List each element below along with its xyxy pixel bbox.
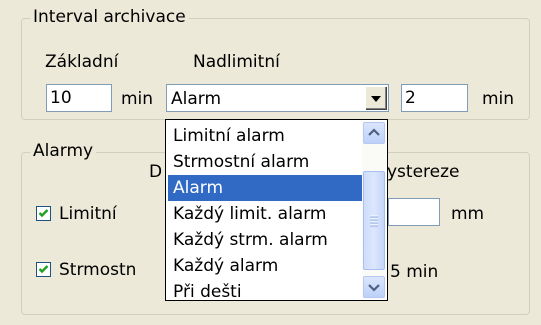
scroll-thumb[interactable] bbox=[363, 171, 385, 270]
hysteresis-unit-label: mm bbox=[451, 204, 485, 224]
chevron-up-icon bbox=[368, 128, 380, 136]
steep-alarm-label[interactable]: Strmostn bbox=[59, 260, 163, 280]
overlimit-label: Nadlimitní bbox=[193, 52, 280, 72]
archive-interval-title: Interval archivace bbox=[30, 7, 189, 27]
basic-unit-label: min bbox=[121, 89, 154, 109]
settings-dialog: { "archive_group": { "title": "Interval … bbox=[0, 0, 541, 325]
dropdown-option-selected[interactable]: Alarm bbox=[168, 175, 362, 201]
scroll-down-button[interactable] bbox=[363, 276, 385, 298]
combobox-value: Alarm bbox=[171, 89, 222, 109]
dropdown-option[interactable]: Strmostní alarm bbox=[168, 149, 362, 175]
dropdown-option[interactable]: Každý strm. alarm bbox=[168, 227, 362, 253]
steep-time-partial: 5 min bbox=[390, 262, 439, 282]
overlimit-mode-combobox[interactable]: Alarm bbox=[166, 84, 389, 112]
overlimit-mode-dropdown-list: Limitní alarm Strmostní alarm Alarm Každ… bbox=[165, 119, 388, 302]
alarms-column-header-partial: D bbox=[149, 162, 163, 182]
checkmark-icon bbox=[38, 265, 49, 274]
chevron-down-icon bbox=[368, 284, 380, 292]
steep-alarm-checkbox[interactable] bbox=[36, 262, 51, 277]
limit-alarm-label[interactable]: Limitní bbox=[59, 204, 117, 224]
overlimit-unit-label: min bbox=[482, 89, 515, 109]
hysteresis-header-partial: ystereze bbox=[387, 162, 460, 182]
dropdown-option[interactable]: Při dešti bbox=[168, 279, 362, 305]
overlimit-interval-input[interactable]: 2 bbox=[401, 84, 468, 112]
checkmark-icon bbox=[38, 209, 49, 218]
alarms-title: Alarmy bbox=[30, 141, 97, 161]
grip-icon bbox=[370, 215, 378, 227]
chevron-down-icon bbox=[371, 96, 381, 102]
dropdown-scrollbar[interactable] bbox=[362, 121, 386, 299]
dropdown-option[interactable]: Každý alarm bbox=[168, 253, 362, 279]
basic-label: Základní bbox=[45, 52, 119, 72]
limit-alarm-checkbox[interactable] bbox=[36, 206, 51, 221]
hysteresis-input[interactable] bbox=[388, 198, 440, 226]
dropdown-option[interactable]: Limitní alarm bbox=[168, 123, 362, 149]
basic-interval-input[interactable]: 10 bbox=[46, 84, 112, 112]
combobox-dropdown-button[interactable] bbox=[365, 86, 387, 110]
dropdown-option[interactable]: Každý limit. alarm bbox=[168, 201, 362, 227]
scroll-up-button[interactable] bbox=[363, 122, 385, 144]
